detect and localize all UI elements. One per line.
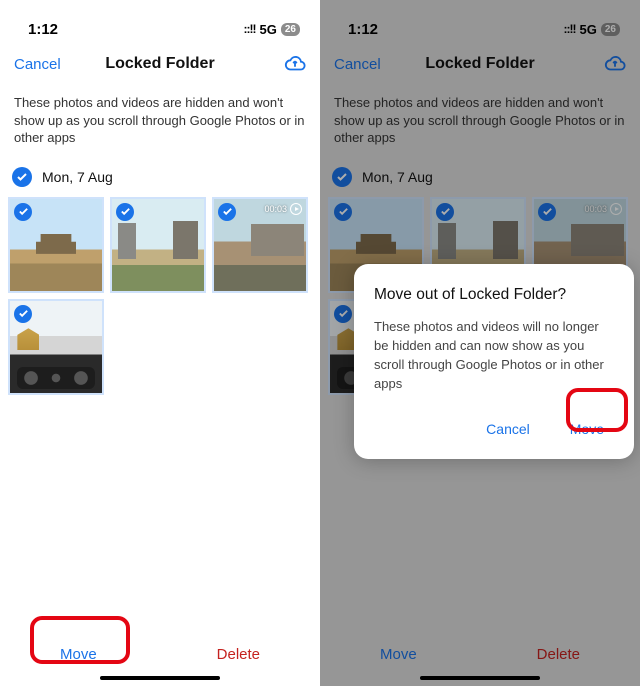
dialog-body: These photos and videos will no longer b…	[374, 318, 614, 393]
page-title: Locked Folder	[105, 55, 214, 73]
home-indicator[interactable]	[100, 676, 220, 680]
checkmark-icon[interactable]	[14, 305, 32, 323]
checkmark-icon[interactable]	[436, 203, 454, 221]
nav-bar: Cancel Locked Folder	[320, 44, 640, 84]
video-thumbnail[interactable]: 00:03	[212, 197, 308, 293]
photo-thumbnail[interactable]	[8, 299, 104, 395]
video-duration-badge: 00:03	[584, 203, 622, 215]
date-label: Mon, 7 Aug	[42, 169, 113, 185]
play-icon	[290, 203, 302, 215]
battery-icon: 26	[601, 23, 620, 36]
cancel-button[interactable]: Cancel	[334, 56, 381, 73]
checkmark-icon[interactable]	[334, 305, 352, 323]
dialog-title: Move out of Locked Folder?	[374, 286, 614, 304]
network-label: 5G	[260, 22, 277, 37]
screen-left: 1:12 ::!! 5G 26 Cancel Locked Folder The…	[0, 0, 320, 686]
move-button[interactable]: Move	[40, 636, 117, 673]
checkmark-icon[interactable]	[218, 203, 236, 221]
photo-grid: 00:03	[0, 197, 320, 395]
page-title: Locked Folder	[425, 55, 534, 73]
status-time: 1:12	[28, 21, 58, 38]
video-duration-badge: 00:03	[264, 203, 302, 215]
delete-button[interactable]: Delete	[197, 636, 280, 673]
date-section[interactable]: Mon, 7 Aug	[320, 163, 640, 197]
status-time: 1:12	[348, 21, 378, 38]
dialog-move-button[interactable]: Move	[560, 413, 614, 445]
cancel-button[interactable]: Cancel	[14, 56, 61, 73]
dialog-cancel-button[interactable]: Cancel	[482, 413, 534, 445]
delete-button[interactable]: Delete	[517, 636, 600, 673]
screen-right: 1:12 ::!! 5G 26 Cancel Locked Folder The…	[320, 0, 640, 686]
dialog-actions: Cancel Move	[374, 413, 614, 445]
description-text: These photos and videos are hidden and w…	[0, 84, 320, 163]
nav-bar: Cancel Locked Folder	[0, 44, 320, 84]
play-icon	[610, 203, 622, 215]
checkmark-icon[interactable]	[538, 203, 556, 221]
checkmark-icon[interactable]	[332, 167, 352, 187]
date-label: Mon, 7 Aug	[362, 169, 433, 185]
cloud-upload-icon[interactable]	[284, 53, 306, 75]
home-indicator[interactable]	[420, 676, 540, 680]
checkmark-icon[interactable]	[334, 203, 352, 221]
network-label: 5G	[580, 22, 597, 37]
status-right: ::!! 5G 26	[244, 22, 300, 37]
signal-icon: ::!!	[564, 22, 576, 36]
photo-thumbnail[interactable]	[110, 197, 206, 293]
confirm-dialog: Move out of Locked Folder? These photos …	[354, 264, 634, 459]
signal-icon: ::!!	[244, 22, 256, 36]
description-text: These photos and videos are hidden and w…	[320, 84, 640, 163]
battery-icon: 26	[281, 23, 300, 36]
checkmark-icon[interactable]	[14, 203, 32, 221]
status-bar: 1:12 ::!! 5G 26	[0, 0, 320, 44]
cloud-upload-icon[interactable]	[604, 53, 626, 75]
status-right: ::!! 5G 26	[564, 22, 620, 37]
photo-thumbnail[interactable]	[8, 197, 104, 293]
checkmark-icon[interactable]	[12, 167, 32, 187]
date-section[interactable]: Mon, 7 Aug	[0, 163, 320, 197]
move-button[interactable]: Move	[360, 636, 437, 673]
status-bar: 1:12 ::!! 5G 26	[320, 0, 640, 44]
checkmark-icon[interactable]	[116, 203, 134, 221]
